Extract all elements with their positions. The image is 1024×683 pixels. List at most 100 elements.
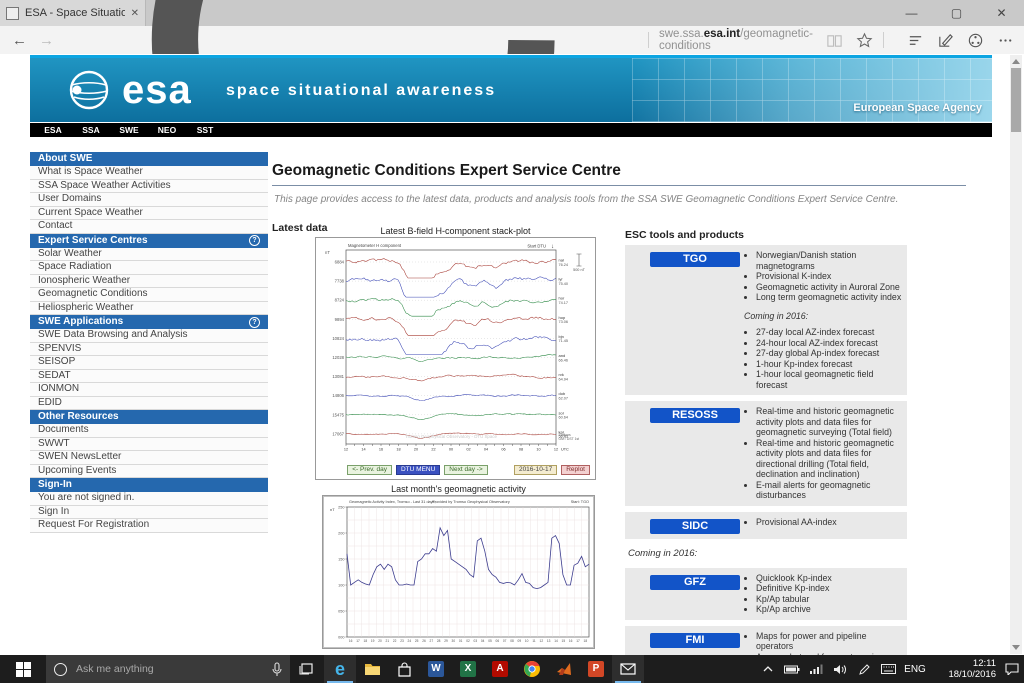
sidebar-item[interactable]: Documents — [30, 424, 268, 438]
sidebar-section-header[interactable]: Other Resources — [30, 410, 268, 424]
start-button[interactable] — [0, 655, 46, 683]
sidebar-item[interactable]: SWEN NewsLetter — [30, 451, 268, 465]
date-field[interactable]: 2016-10-17 — [514, 465, 557, 475]
taskbar-word[interactable]: W — [420, 655, 452, 683]
sidebar-item[interactable]: Request For Registration — [30, 519, 268, 533]
product-button-fmi[interactable]: FMI — [650, 633, 740, 648]
svg-text:↓: ↓ — [551, 244, 554, 250]
sidebar-section-header[interactable]: SWE Applications? — [30, 315, 268, 329]
battery-icon[interactable] — [780, 655, 804, 683]
sidebar-section-header[interactable]: Expert Service Centres? — [30, 234, 268, 248]
cortana-search-box[interactable]: Ask me anything — [46, 655, 290, 683]
sidebar-section-header[interactable]: Sign-In — [30, 478, 268, 492]
action-center-icon[interactable] — [1000, 655, 1024, 683]
sidebar-item[interactable]: Ionospheric Weather — [30, 275, 268, 289]
sidebar-item[interactable]: SWWT — [30, 438, 268, 452]
prev-day-button[interactable]: <- Prev. day — [347, 465, 392, 475]
banner-tagline: space situational awareness — [226, 82, 496, 100]
taskbar-clock[interactable]: 12:11 18/10/2016 — [934, 658, 996, 680]
sidebar-item[interactable]: SPENVIS — [30, 343, 268, 357]
page-scrollbar[interactable] — [1010, 55, 1022, 654]
svg-text:28: 28 — [437, 639, 441, 643]
minimize-button[interactable]: — — [889, 0, 934, 26]
svg-text:26: 26 — [422, 639, 426, 643]
sidebar-item[interactable]: Upcoming Events — [30, 465, 268, 479]
product-button-sidc[interactable]: SIDC — [650, 519, 740, 534]
product-button-resoss[interactable]: RESOSS — [650, 408, 740, 423]
sidebar-item[interactable]: SEDAT — [30, 370, 268, 384]
web-note-icon[interactable] — [937, 32, 954, 49]
product-button-gfz[interactable]: GFZ — [650, 575, 740, 590]
more-options-icon[interactable] — [997, 32, 1014, 49]
microphone-icon[interactable] — [272, 662, 282, 677]
task-view-button[interactable] — [290, 655, 324, 683]
sidebar-item[interactable]: Heliospheric Weather — [30, 302, 268, 316]
sidebar-item[interactable]: Geomagnetic Conditions — [30, 288, 268, 302]
esc-product-row: TGONorwegian/Danish station magnetograms… — [625, 245, 907, 395]
svg-text:17067: 17067 — [332, 431, 344, 436]
svg-text:Geomagnetic Activity Index, Tr: Geomagnetic Activity Index, Tromso - Las… — [349, 500, 436, 504]
dtu-menu-button[interactable]: DTU MENU — [396, 465, 440, 475]
activity-chart-box[interactable]: Geomagnetic Activity Index, Tromso - Las… — [322, 495, 595, 649]
taskbar-file-explorer[interactable] — [356, 655, 388, 683]
sidebar-item[interactable]: Sign In — [30, 506, 268, 520]
forward-button[interactable]: → — [39, 32, 54, 49]
sidebar-item[interactable]: You are not signed in. — [30, 492, 268, 506]
sidebar-item[interactable]: IONMON — [30, 383, 268, 397]
svg-text:14806: 14806 — [332, 393, 344, 398]
top-nav-swe[interactable]: SWE — [110, 125, 148, 135]
product-button-tgo[interactable]: TGO — [650, 252, 740, 267]
volume-icon[interactable] — [828, 655, 852, 683]
share-icon[interactable] — [967, 32, 984, 49]
top-nav-sst[interactable]: SST — [186, 125, 224, 135]
sidebar-item[interactable]: Solar Weather — [30, 248, 268, 262]
sidebar-section-header[interactable]: About SWE — [30, 152, 268, 166]
replot-button[interactable]: Replot — [561, 465, 590, 475]
svg-text:12: 12 — [344, 448, 348, 452]
product-item-list: Provisional AA-index — [743, 517, 903, 528]
language-indicator[interactable]: ENG — [900, 664, 930, 675]
taskbar-acrobat[interactable]: A — [484, 655, 516, 683]
stackplot-box[interactable]: nTMagnetometer H componentStart DTU↓500 … — [315, 237, 596, 480]
svg-text:Tromso Geophysical Observatory: Tromso Geophysical Observatory - DTU Spa… — [405, 434, 497, 439]
taskbar-matlab[interactable] — [548, 655, 580, 683]
network-icon[interactable] — [804, 655, 828, 683]
sidebar-item[interactable]: SSA Space Weather Activities — [30, 180, 268, 194]
activity-chart: Last month's geomagnetic activity Geomag… — [322, 484, 595, 649]
reading-view-icon[interactable] — [826, 32, 843, 49]
sidebar-item[interactable]: Space Radiation — [30, 261, 268, 275]
pen-icon[interactable] — [852, 655, 876, 683]
url-text[interactable]: swe.ssa.esa.int/geomagnetic-conditions — [659, 28, 813, 52]
windows-logo-icon — [16, 662, 31, 677]
touch-keyboard-icon[interactable] — [876, 655, 900, 683]
sidebar-item[interactable]: SEISOP — [30, 356, 268, 370]
sidebar-item[interactable]: SWE Data Browsing and Analysis — [30, 329, 268, 343]
sidebar-item[interactable]: What is Space Weather — [30, 166, 268, 180]
sidebar-item[interactable]: EDID — [30, 397, 268, 411]
taskbar-edge[interactable]: e — [324, 655, 356, 683]
scrollbar-thumb[interactable] — [1011, 68, 1021, 132]
tray-chevron-icon[interactable] — [756, 655, 780, 683]
help-icon[interactable]: ? — [249, 317, 260, 328]
top-nav-neo[interactable]: NEO — [148, 125, 186, 135]
maximize-button[interactable]: ▢ — [934, 0, 979, 26]
sidebar-item[interactable]: Current Space Weather — [30, 207, 268, 221]
favorites-star-icon[interactable] — [856, 32, 873, 49]
top-nav-ssa[interactable]: SSA — [72, 125, 110, 135]
scroll-up-icon[interactable] — [1012, 59, 1020, 64]
taskbar-store[interactable] — [388, 655, 420, 683]
top-nav-esa[interactable]: ESA — [34, 125, 72, 135]
taskbar-mail[interactable] — [612, 655, 644, 683]
close-button[interactable]: ✕ — [979, 0, 1024, 26]
taskbar-excel[interactable]: X — [452, 655, 484, 683]
taskbar-chrome[interactable] — [516, 655, 548, 683]
back-button[interactable]: ← — [12, 32, 27, 49]
taskbar-powerpoint[interactable]: P — [580, 655, 612, 683]
sidebar-item[interactable]: User Domains — [30, 193, 268, 207]
sidebar-item[interactable]: Contact — [30, 220, 268, 234]
svg-text:nal: nal — [559, 258, 564, 263]
scroll-down-icon[interactable] — [1012, 645, 1020, 650]
help-icon[interactable]: ? — [249, 235, 260, 246]
hub-icon[interactable] — [907, 32, 924, 49]
next-day-button[interactable]: Next day -> — [444, 465, 487, 475]
